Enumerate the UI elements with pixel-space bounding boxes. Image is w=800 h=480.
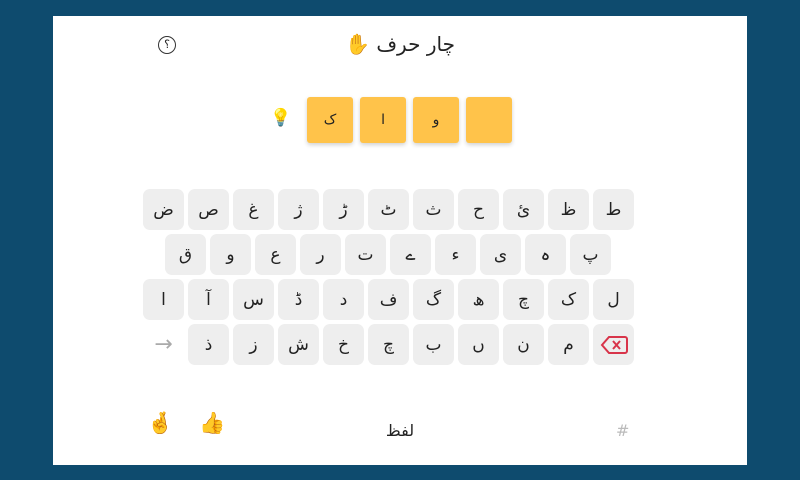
letter-key[interactable]: ھ [458,279,499,320]
page-title: چار حرف ✋ [0,32,800,56]
hash-icon[interactable]: # [616,421,629,440]
raised-hand-icon: ✋ [345,32,370,56]
guess-tiles: ک ا و [307,97,512,143]
letter-key[interactable]: ک [548,279,589,320]
letter-key[interactable]: ز [233,324,274,365]
letter-key[interactable]: ی [480,234,521,275]
word-label: لفظ [385,421,415,440]
letter-key[interactable]: چ [503,279,544,320]
letter-key[interactable]: ث [413,189,454,230]
backspace-key[interactable] [593,324,634,365]
letter-key[interactable]: د [323,279,364,320]
letter-key[interactable]: ا [143,279,184,320]
letter-key[interactable]: ہ [525,234,566,275]
lightbulb-icon[interactable]: 💡 [270,108,291,128]
letter-key[interactable]: چ [368,324,409,365]
letter-key[interactable]: ع [255,234,296,275]
letter-key[interactable]: م [548,324,589,365]
letter-key[interactable]: غ [233,189,274,230]
letter-key[interactable]: پ [570,234,611,275]
letter-key[interactable]: ط [593,189,634,230]
letter-key[interactable]: ء [435,234,476,275]
letter-key[interactable]: ژ [278,189,319,230]
letter-key[interactable]: ق [165,234,206,275]
letter-key[interactable]: گ [413,279,454,320]
letter-key[interactable]: ل [593,279,634,320]
letter-key[interactable]: و [210,234,251,275]
letter-key[interactable]: ظ [548,189,589,230]
letter-key[interactable]: ض [143,189,184,230]
letter-tile: ک [307,97,353,143]
letter-key[interactable]: ش [278,324,319,365]
letter-key[interactable]: ے [390,234,431,275]
enter-arrow-icon[interactable]: → [143,324,184,365]
letter-key[interactable]: ر [300,234,341,275]
letter-tile: و [413,97,459,143]
letter-key[interactable]: ں [458,324,499,365]
letter-tile [466,97,512,143]
letter-key[interactable]: خ [323,324,364,365]
letter-key[interactable]: س [233,279,274,320]
letter-key[interactable]: ص [188,189,229,230]
letter-key[interactable]: ح [458,189,499,230]
letter-tile: ا [360,97,406,143]
backspace-icon [600,335,628,354]
letter-key[interactable]: ئ [503,189,544,230]
letter-key[interactable]: آ [188,279,229,320]
letter-key[interactable]: ب [413,324,454,365]
letter-key[interactable]: ذ [188,324,229,365]
title-text: چار حرف [376,32,455,56]
letter-key[interactable]: ڑ [323,189,364,230]
letter-key[interactable]: ف [368,279,409,320]
letter-key[interactable]: ڈ [278,279,319,320]
letter-key[interactable]: ن [503,324,544,365]
letter-key[interactable]: ت [345,234,386,275]
letter-key[interactable]: ٹ [368,189,409,230]
